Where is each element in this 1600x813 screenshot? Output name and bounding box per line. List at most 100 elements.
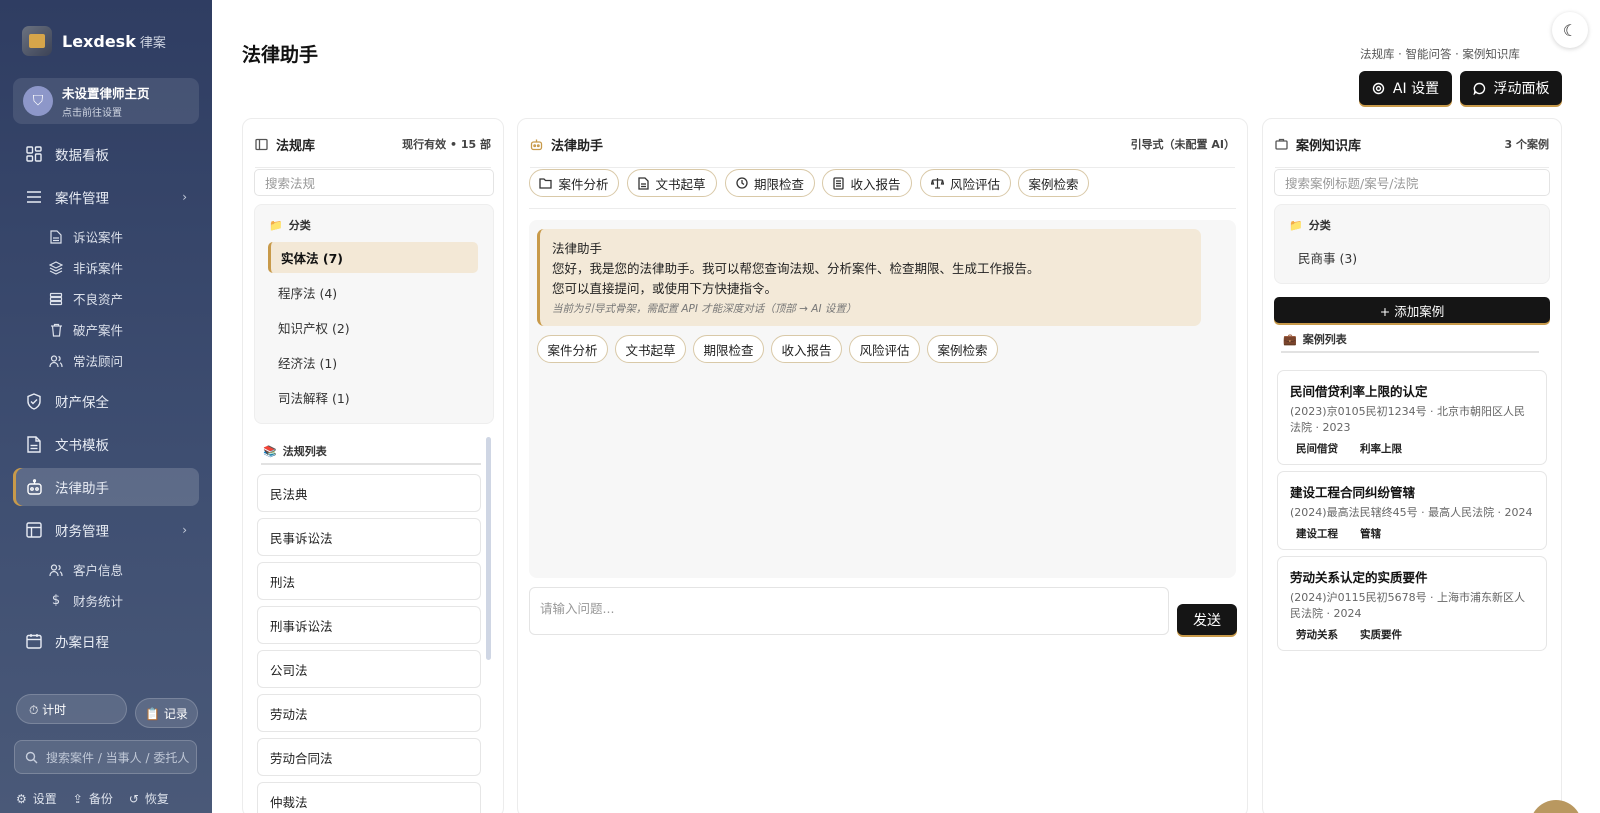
law-library-panel: 法规库 现行有效 • 15 部 搜索法规 📁 分类 实体法 (7) 程序法 (4)… (242, 118, 504, 813)
sidebar-sub-label: 非诉案件 (73, 261, 124, 276)
case-meta: (2024)最高法民辖终45号 · 最高人民法院 · 2024 (1290, 506, 1533, 519)
sidebar-sub-finance-stats[interactable]: $ 财务统计 (13, 585, 199, 616)
law-list-scrollbar[interactable] (486, 437, 491, 660)
sidebar-item-document-templates[interactable]: 文书模板 (13, 425, 199, 463)
category-item[interactable]: 民商事 (3) (1288, 242, 1498, 273)
case-tag: 实质要件 (1360, 629, 1402, 641)
books-icon: 📚 (263, 444, 277, 458)
law-item[interactable]: 刑事诉讼法 (257, 606, 481, 644)
sidebar-item-legal-assistant[interactable]: 法律助手 (13, 468, 199, 506)
law-item[interactable]: 仲裁法 (257, 782, 481, 813)
brand-logo-icon (22, 26, 52, 56)
quick-chip-risk[interactable]: 风险评估 (920, 169, 1011, 197)
scale-icon (930, 177, 944, 189)
sidebar-item-label: 法律助手 (55, 481, 109, 497)
lawyer-profile-card[interactable]: ⛉ 未设置律师主页 点击前往设置 (13, 78, 199, 124)
message-line: 您好，我是您的法律助手。我可以帮您查询法规、分析案件、检查期限、生成工作报告。 (552, 261, 1040, 276)
law-item[interactable]: 劳动合同法 (257, 738, 481, 776)
case-card[interactable]: 建设工程合同纠纷管辖 (2024)最高法民辖终45号 · 最高人民法院 · 20… (1277, 471, 1547, 550)
law-item[interactable]: 刑法 (257, 562, 481, 600)
global-search-input[interactable]: 搜索案件 / 当事人 / 委托人 (14, 740, 197, 774)
book-icon (255, 138, 268, 151)
avatar: ⛉ (23, 86, 53, 116)
sidebar-item-label: 数据看板 (55, 148, 109, 164)
sidebar-item-dashboard[interactable]: 数据看板 (13, 135, 199, 173)
case-card[interactable]: 劳动关系认定的实质要件 (2024)沪0115民初5678号 · 上海市浦东新区… (1277, 556, 1547, 651)
law-item[interactable]: 劳动法 (257, 694, 481, 732)
backup-button[interactable]: ⇪ 备份 (73, 790, 113, 807)
law-panel-header: 法规库 现行有效 • 15 部 (255, 131, 491, 168)
assistant-mode: 引导式（未配置 AI） (1130, 138, 1235, 151)
sidebar-sub-bad-assets[interactable]: 不良资产 (13, 283, 199, 314)
timer-button[interactable]: ⏱ 计时 (16, 694, 127, 724)
restore-button[interactable]: ↺ 恢复 (129, 790, 169, 807)
sidebar-sub-counsel[interactable]: 常法顾问 (13, 345, 199, 376)
sidebar-sub-non-litigation[interactable]: 非诉案件 (13, 252, 199, 283)
chat-input[interactable]: 请输入问题... (529, 587, 1169, 635)
panel-title: 法律助手 (551, 138, 604, 154)
sidebar-sub-label: 诉讼案件 (73, 230, 124, 245)
panel-title: 案例知识库 (1296, 138, 1362, 154)
message-sender: 法律助手 (552, 241, 603, 256)
document-icon (25, 435, 43, 453)
law-search-input[interactable]: 搜索法规 (254, 169, 494, 196)
sidebar-footer: ⚙ 设置 ⇪ 备份 ↺ 恢复 (16, 790, 169, 807)
category-item[interactable]: 实体法 (7) (268, 242, 478, 273)
reply-chip[interactable]: 期限检查 (693, 335, 764, 363)
category-item[interactable]: 司法解释 (1) (268, 382, 478, 413)
sidebar-sub-litigation[interactable]: 诉讼案件 (13, 221, 199, 252)
law-item[interactable]: 民事诉讼法 (257, 518, 481, 556)
send-button[interactable]: 发送 (1177, 604, 1237, 635)
sidebar-item-schedule[interactable]: 办案日程 (13, 622, 199, 660)
case-tag: 民间借贷 (1296, 443, 1338, 455)
folder-icon: 📁 (1289, 218, 1303, 232)
assistant-panel-header: 法律助手 引导式（未配置 AI） (530, 131, 1235, 168)
case-panel-header: 案例知识库 3 个案例 (1275, 131, 1549, 168)
add-case-button[interactable]: + 添加案例 (1274, 297, 1550, 323)
quick-chip-drafting[interactable]: 文书起草 (627, 169, 717, 197)
dark-mode-toggle[interactable]: ☾ (1552, 12, 1588, 48)
settings-button[interactable]: ⚙ 设置 (16, 790, 57, 807)
reply-chip[interactable]: 收入报告 (771, 335, 842, 363)
case-search-input[interactable]: 搜索案例标题/案号/法院 (1274, 169, 1550, 196)
sidebar-item-asset-preservation[interactable]: 财产保全 (13, 382, 199, 420)
float-panel-button[interactable]: 浮动面板 (1460, 71, 1562, 105)
calendar-icon (25, 632, 43, 650)
message-line: 您可以直接提问，或使用下方快捷指令。 (552, 281, 778, 296)
reply-chip[interactable]: 案件分析 (537, 335, 608, 363)
record-button[interactable]: 📋 记录 (135, 698, 198, 728)
case-tag: 建设工程 (1296, 528, 1338, 540)
law-item[interactable]: 公司法 (257, 650, 481, 688)
quick-chip-case-analysis[interactable]: 案件分析 (529, 169, 619, 197)
case-tag: 利率上限 (1360, 443, 1402, 455)
chevron-right-icon: › (182, 523, 187, 537)
law-item[interactable]: 民法典 (257, 474, 481, 512)
sidebar-item-case-management[interactable]: 案件管理 › (13, 178, 199, 216)
sidebar-sub-clients[interactable]: 客户信息 (13, 554, 199, 585)
restore-icon: ↺ (128, 791, 139, 806)
dashboard-icon (25, 145, 43, 163)
quick-chip-income-report[interactable]: 收入报告 (822, 169, 912, 197)
ai-settings-button[interactable]: AI 设置 (1359, 71, 1452, 105)
divider (529, 208, 1236, 209)
message-note: 当前为引导式骨架，需配置 API 才能深度对话（顶部 → AI 设置） (552, 303, 857, 315)
reply-chip[interactable]: 案例检索 (927, 335, 998, 363)
category-item[interactable]: 知识产权 (2) (268, 312, 478, 343)
case-meta: (2023)京0105民初1234号 · 北京市朝阳区人民法院 · 2023 (1290, 405, 1526, 434)
quick-chip-case-search[interactable]: 案例检索 (1018, 169, 1089, 197)
sidebar-tools: ⏱ 计时 📋 记录 (16, 694, 198, 728)
sidebar-item-finance[interactable]: 财务管理 › (13, 511, 199, 549)
category-item[interactable]: 程序法 (4) (268, 277, 478, 308)
reply-chip[interactable]: 文书起草 (615, 335, 686, 363)
case-box-icon (1275, 138, 1288, 150)
sidebar-sub-bankruptcy[interactable]: 破产案件 (13, 314, 199, 345)
sidebar-item-label: 办案日程 (55, 635, 109, 651)
reply-chip[interactable]: 风险评估 (849, 335, 920, 363)
case-card[interactable]: 民间借贷利率上限的认定 (2023)京0105民初1234号 · 北京市朝阳区人… (1277, 370, 1547, 465)
robot-icon (530, 138, 543, 151)
brand[interactable]: Lexdesk 律案 (22, 26, 166, 56)
finance-icon (25, 521, 43, 539)
category-item[interactable]: 经济法 (1) (268, 347, 478, 378)
quick-chip-deadline[interactable]: 期限检查 (725, 169, 815, 197)
menu-icon (25, 188, 43, 206)
